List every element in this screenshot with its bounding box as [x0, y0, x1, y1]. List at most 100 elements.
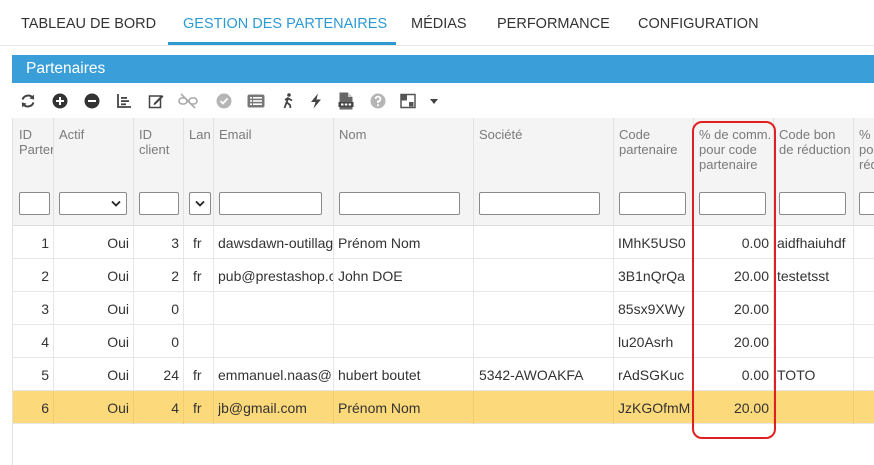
cell-border	[693, 325, 694, 358]
dropdown-arrow-icon[interactable]	[424, 91, 444, 111]
cell-email: dawsdawn-outillag	[218, 235, 333, 251]
tab-configuration[interactable]: CONFIGURATION	[638, 16, 759, 32]
tab-tableau-de-bord[interactable]: TABLEAU DE BORD	[21, 16, 156, 32]
check-icon[interactable]	[214, 91, 234, 111]
cell-border	[473, 325, 474, 358]
tab-performance[interactable]: PERFORMANCE	[497, 16, 610, 32]
table-row[interactable]: 2 Oui 2 fr pub@prestashop.c John DOE 3B1…	[13, 259, 874, 292]
filter-commission-code-partenaire[interactable]	[699, 192, 766, 215]
cell-id-partenaire: 4	[41, 334, 49, 350]
filter-societe[interactable]	[479, 192, 600, 215]
filter-actif-select[interactable]	[59, 192, 127, 215]
filter-code-partenaire[interactable]	[619, 192, 686, 215]
cell-nom: hubert boutet	[338, 367, 421, 383]
columns-icon[interactable]	[398, 91, 418, 111]
cell-border	[853, 358, 854, 391]
cell-border	[613, 259, 614, 292]
cell-border	[613, 358, 614, 391]
list-icon[interactable]	[246, 91, 266, 111]
edit-icon[interactable]	[146, 91, 166, 111]
header-email[interactable]: Email	[219, 127, 329, 142]
table-row-selected[interactable]: 6 Oui 4 fr jb@gmail.com Prénom Nom JzKGO…	[13, 391, 874, 424]
cell-border	[333, 325, 334, 358]
header-commission-code-partenaire[interactable]: % de comm. pour code partenaire	[699, 127, 777, 172]
column-separator[interactable]	[853, 118, 854, 226]
help-icon[interactable]	[368, 91, 388, 111]
cell-code-partenaire: IMhK5US0	[618, 235, 686, 251]
cell-border	[213, 325, 214, 358]
csv-icon[interactable]	[336, 91, 356, 111]
cell-id-partenaire: 1	[41, 235, 49, 251]
filter-id-partenaire[interactable]	[19, 192, 50, 215]
cell-id-partenaire: 2	[41, 268, 49, 284]
column-separator[interactable]	[773, 118, 774, 226]
filter-id-client[interactable]	[139, 192, 179, 215]
cell-actif: Oui	[107, 301, 129, 317]
cell-id-client: 0	[171, 301, 179, 317]
filter-nom[interactable]	[339, 192, 460, 215]
cell-nom: Prénom Nom	[338, 235, 421, 251]
header-nom[interactable]: Nom	[339, 127, 469, 142]
walk-icon[interactable]	[278, 91, 298, 111]
unlink-icon[interactable]	[178, 91, 198, 111]
header-code-partenaire[interactable]: Code partenaire	[619, 127, 695, 157]
cell-border	[183, 391, 184, 424]
cell-code-bon-reduction: aidfhaiuhdf	[777, 235, 846, 251]
column-separator[interactable]	[133, 118, 134, 226]
column-separator[interactable]	[473, 118, 474, 226]
header-code-bon-reduction[interactable]: Code bon de réduction	[779, 127, 857, 157]
cell-code-partenaire: 3B1nQrQa	[618, 268, 685, 284]
cell-nom: John DOE	[338, 268, 403, 284]
column-separator[interactable]	[183, 118, 184, 226]
cell-border	[473, 226, 474, 259]
filter-code-bon-reduction[interactable]	[779, 192, 846, 215]
filter-email[interactable]	[219, 192, 322, 215]
column-separator[interactable]	[693, 118, 694, 226]
remove-icon[interactable]	[82, 91, 102, 111]
table-row[interactable]: 5 Oui 24 fr emmanuel.naas@ hubert boutet…	[13, 358, 874, 391]
header-id-client[interactable]: ID client	[139, 127, 184, 157]
cell-commission: 20.00	[733, 301, 769, 317]
filter-langue-select[interactable]	[189, 192, 211, 215]
column-separator[interactable]	[53, 118, 54, 226]
column-separator[interactable]	[213, 118, 214, 226]
cell-border	[183, 325, 184, 358]
cell-commission: 0.00	[741, 235, 769, 251]
cell-border	[693, 292, 694, 325]
table-row[interactable]: 1 Oui 3 fr dawsdawn-outillag Prénom Nom …	[13, 226, 874, 259]
header-actif[interactable]: Actif	[59, 127, 129, 142]
cell-border	[53, 226, 54, 259]
column-separator[interactable]	[613, 118, 614, 226]
lightning-icon[interactable]	[306, 91, 326, 111]
tab-medias[interactable]: MÉDIAS	[411, 16, 467, 32]
tab-gestion-des-partenaires[interactable]: GESTION DES PARTENAIRES	[183, 16, 387, 32]
table-row[interactable]: 3 Oui 0 85sx9XWy 20.00	[13, 292, 874, 325]
header-societe[interactable]: Société	[479, 127, 609, 142]
header-langue[interactable]: Lan	[189, 127, 213, 142]
table-row[interactable]: 4 Oui 0 lu20Asrh 20.00	[13, 325, 874, 358]
cell-actif: Oui	[107, 400, 129, 416]
top-navigation: TABLEAU DE BORD GESTION DES PARTENAIRES …	[0, 0, 874, 46]
cell-code-bon-reduction: TOTO	[777, 367, 816, 383]
cell-societe: 5342-AWOAKFA	[479, 367, 584, 383]
active-tab-indicator	[168, 42, 396, 45]
cell-actif: Oui	[107, 367, 129, 383]
chart-icon[interactable]	[114, 91, 134, 111]
header-commission-reduction[interactable]: % pou réd	[859, 127, 874, 172]
filter-commission-reduction[interactable]	[859, 192, 874, 215]
cell-border	[133, 325, 134, 358]
cell-border	[53, 259, 54, 292]
cell-code-partenaire: JzKGOfmM	[618, 400, 691, 416]
cell-code-partenaire: rAdSGKuc	[618, 367, 685, 383]
refresh-icon[interactable]	[18, 91, 38, 111]
cell-border	[333, 259, 334, 292]
cell-actif: Oui	[107, 268, 129, 284]
header-id-partenaire[interactable]: ID Parter	[19, 127, 53, 157]
column-separator[interactable]	[333, 118, 334, 226]
cell-commission: 20.00	[733, 268, 769, 284]
cell-langue: fr	[193, 268, 202, 284]
cell-border	[853, 226, 854, 259]
cell-border	[613, 325, 614, 358]
add-icon[interactable]	[50, 91, 70, 111]
cell-border	[53, 358, 54, 391]
